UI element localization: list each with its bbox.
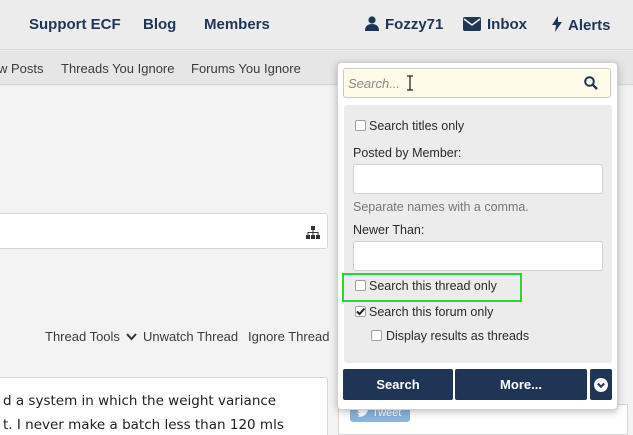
nav-user-label: Fozzy71: [385, 16, 444, 33]
user-icon: [365, 16, 379, 31]
unwatch-thread-link[interactable]: Unwatch Thread: [143, 329, 238, 344]
nav-user[interactable]: Fozzy71: [365, 16, 443, 33]
posted-by-hint: Separate names with a comma.: [353, 200, 529, 214]
search-input[interactable]: [344, 69, 574, 97]
post-line-1: d a system in which the weight variance: [3, 393, 277, 409]
thread-tools-menu[interactable]: Thread Tools: [45, 329, 137, 344]
this-thread-checkbox[interactable]: [355, 280, 366, 291]
search-icon: [584, 76, 598, 90]
nav-support-ecf[interactable]: Support ECF: [29, 16, 121, 33]
nav-alerts-label: Alerts: [568, 17, 611, 34]
nav-inbox-label: Inbox: [487, 16, 527, 33]
lightning-icon: [552, 16, 562, 32]
subnav-new-posts[interactable]: w Posts: [0, 61, 44, 76]
titles-only-label: Search titles only: [369, 119, 465, 133]
checkmark-icon: [356, 307, 366, 316]
chevron-down-circle-icon: [594, 378, 608, 392]
text-cursor-icon: [407, 75, 413, 91]
ignore-thread-link[interactable]: Ignore Thread: [248, 329, 329, 344]
sitemap-icon[interactable]: [306, 226, 320, 239]
thread-tools-label: Thread Tools: [45, 329, 120, 344]
chevron-down-icon: [125, 333, 137, 341]
top-nav: Support ECF Blog Members Fozzy71 Inbox A…: [0, 0, 633, 50]
more-options-toggle[interactable]: [590, 369, 612, 400]
search-button[interactable]: Search: [343, 369, 453, 400]
posted-by-field[interactable]: [353, 164, 603, 194]
display-threads-checkbox[interactable]: [371, 330, 382, 341]
display-threads-label: Display results as threads: [386, 329, 530, 343]
nav-alerts[interactable]: Alerts: [552, 16, 611, 34]
post-body: d a system in which the weight variance …: [0, 377, 328, 435]
nav-inbox[interactable]: Inbox: [463, 16, 527, 33]
newer-than-label: Newer Than:: [353, 223, 425, 237]
titles-only-checkbox[interactable]: [355, 120, 366, 131]
envelope-icon: [463, 17, 481, 31]
subnav-threads-you-ignore[interactable]: Threads You Ignore: [61, 61, 174, 76]
nav-members[interactable]: Members: [204, 16, 270, 33]
posted-by-label: Posted by Member:: [353, 146, 462, 160]
subnav-forums-you-ignore[interactable]: Forums You Ignore: [191, 61, 301, 76]
this-forum-checkbox[interactable]: [355, 306, 366, 317]
this-thread-label: Search this thread only: [369, 279, 497, 293]
search-submit[interactable]: [580, 73, 602, 93]
search-box[interactable]: [343, 68, 611, 98]
more-button[interactable]: More...: [455, 369, 587, 400]
newer-than-field[interactable]: [353, 241, 603, 271]
post-line-2: t. I never make a batch less than 120 ml…: [3, 417, 284, 433]
breadcrumb-bar: [0, 213, 328, 249]
this-forum-label: Search this forum only: [369, 305, 494, 319]
nav-blog[interactable]: Blog: [143, 16, 176, 33]
